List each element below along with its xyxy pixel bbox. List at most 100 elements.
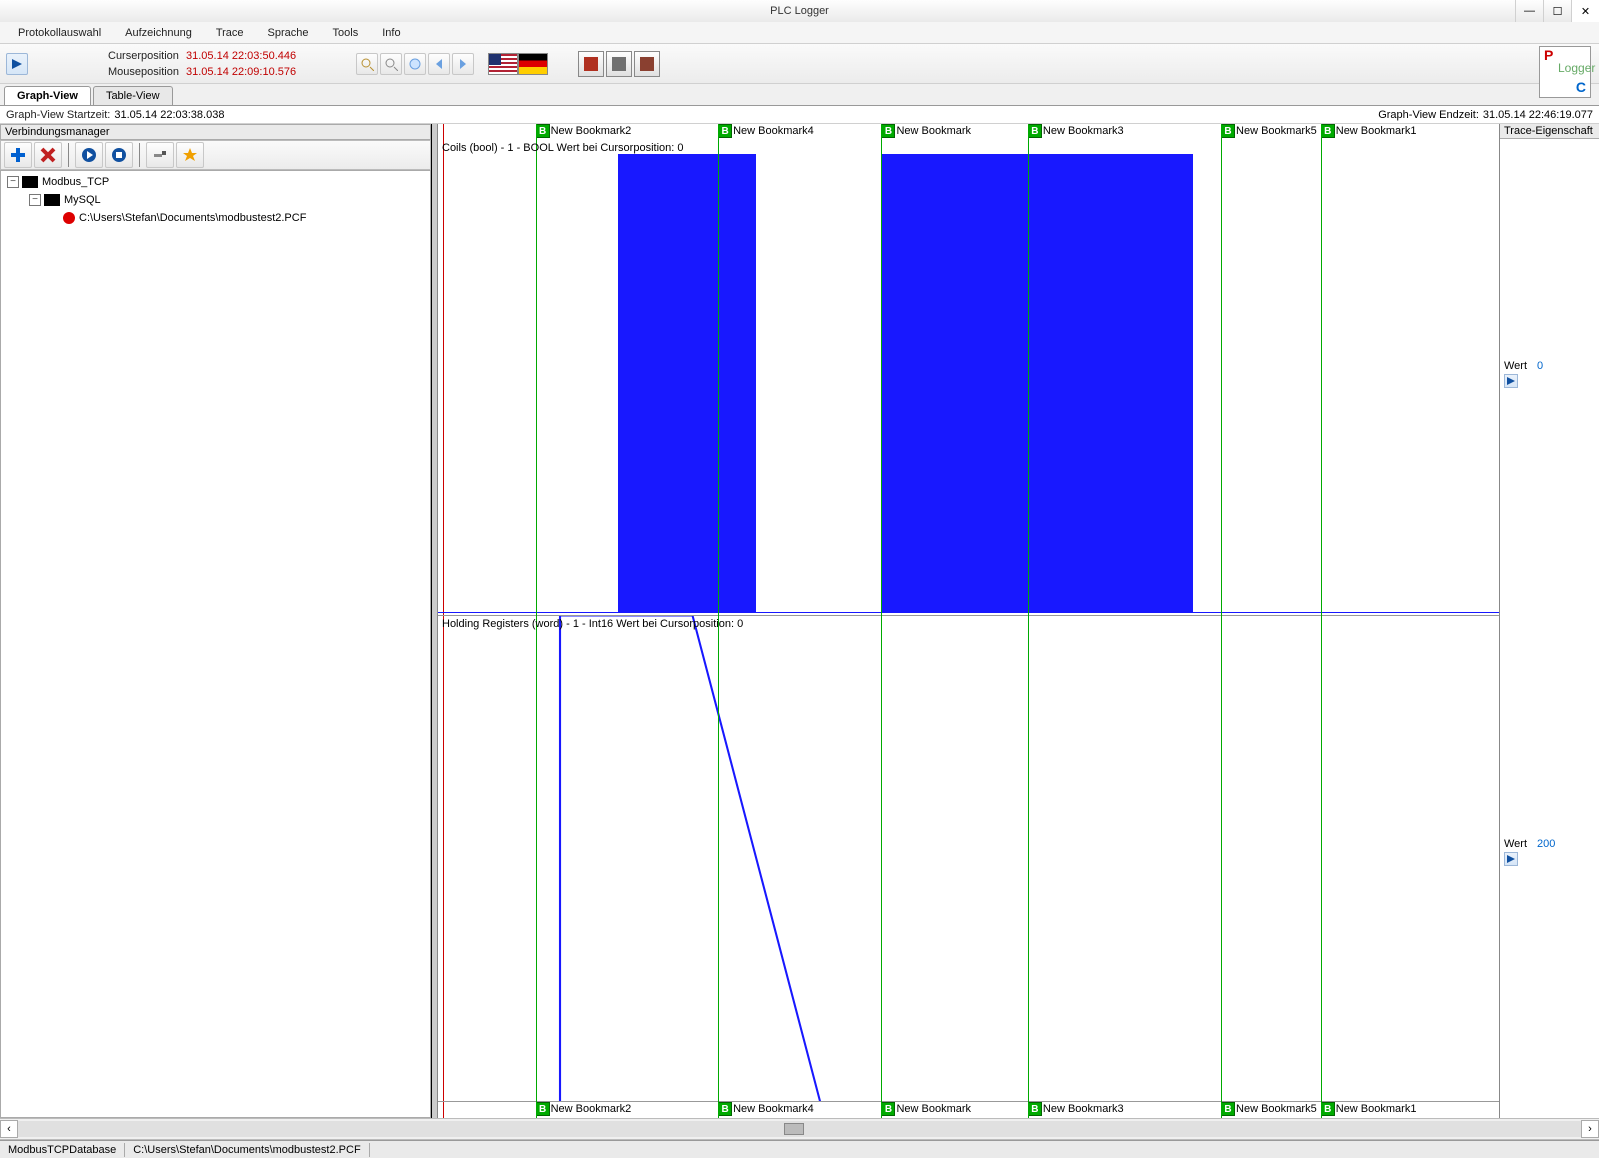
tab-strip: Graph-View Table-View bbox=[0, 84, 1599, 106]
scroll-thumb[interactable] bbox=[784, 1123, 804, 1135]
bool-high-region bbox=[881, 154, 1027, 613]
play-button[interactable] bbox=[6, 53, 28, 75]
logo-c: C bbox=[1576, 79, 1586, 95]
delete-connection-button[interactable] bbox=[34, 142, 62, 168]
end-time-value: 31.05.14 22:46:19.077 bbox=[1483, 109, 1593, 121]
bookmark-marker[interactable]: BNew Bookmark1 bbox=[1321, 124, 1417, 138]
tab-graph-view[interactable]: Graph-View bbox=[4, 86, 91, 105]
window-title: PLC Logger bbox=[770, 5, 829, 17]
maximize-button[interactable]: ☐ bbox=[1543, 0, 1571, 22]
plot-coils-title: Coils (bool) - 1 - BOOL Wert bei Cursorp… bbox=[442, 142, 683, 154]
bookmark-label: New Bookmark3 bbox=[1043, 1103, 1124, 1115]
bookmark-icon: B bbox=[718, 124, 732, 138]
bookmark-line bbox=[1321, 124, 1322, 1118]
stop-button[interactable] bbox=[105, 142, 133, 168]
menu-sprache[interactable]: Sprache bbox=[256, 24, 321, 42]
plot2-value-row: Wert 200 bbox=[1500, 837, 1599, 851]
scroll-track[interactable] bbox=[18, 1121, 1581, 1137]
stop-circle-icon bbox=[111, 147, 127, 163]
bool-high-region bbox=[1028, 154, 1194, 613]
tree-child-label[interactable]: MySQL bbox=[64, 194, 101, 206]
zoom-fit-button[interactable] bbox=[404, 53, 426, 75]
bookmark-strip-bottom: BNew Bookmark2BNew Bookmark4BNew Bookmar… bbox=[438, 1102, 1499, 1118]
dark-square-icon bbox=[640, 57, 654, 71]
plot2-play-button[interactable] bbox=[1504, 852, 1518, 866]
connection-icon bbox=[22, 176, 38, 188]
menu-info[interactable]: Info bbox=[370, 24, 412, 42]
play-circle-icon bbox=[81, 147, 97, 163]
database-icon bbox=[44, 194, 60, 206]
bookmark-marker[interactable]: BNew Bookmark3 bbox=[1028, 1102, 1124, 1116]
star-icon bbox=[182, 147, 198, 163]
tree-root-label[interactable]: Modbus_TCP bbox=[42, 176, 109, 188]
language-flags bbox=[488, 53, 548, 75]
flag-de-icon[interactable] bbox=[518, 53, 548, 75]
status-filepath: C:\Users\Stefan\Documents\modbustest2.PC… bbox=[125, 1143, 369, 1157]
tree-file-label[interactable]: C:\Users\Stefan\Documents\modbustest2.PC… bbox=[79, 212, 306, 224]
plot-coils[interactable]: Coils (bool) - 1 - BOOL Wert bei Cursorp… bbox=[438, 140, 1499, 616]
record-red-button[interactable] bbox=[578, 51, 604, 77]
plot1-play-button[interactable] bbox=[1504, 374, 1518, 388]
bookmark-icon: B bbox=[1321, 1102, 1335, 1116]
bookmark-marker[interactable]: BNew Bookmark2 bbox=[536, 124, 632, 138]
red-square-icon bbox=[584, 57, 598, 71]
minimize-button[interactable]: — bbox=[1515, 0, 1543, 22]
bookmark-line bbox=[1028, 124, 1029, 1118]
bookmark-marker[interactable]: BNew Bookmark2 bbox=[536, 1102, 632, 1116]
main-content: Verbindungsmanager − Modbus_TCP − MySQL bbox=[0, 124, 1599, 1118]
menu-protokollauswahl[interactable]: Protokollauswahl bbox=[6, 24, 113, 42]
bookmark-icon: B bbox=[881, 1102, 895, 1116]
tree-expander[interactable]: − bbox=[29, 194, 41, 206]
close-button[interactable]: ✕ bbox=[1571, 0, 1599, 22]
flag-us-icon[interactable] bbox=[488, 53, 518, 75]
start-button[interactable] bbox=[75, 142, 103, 168]
left-pane: Verbindungsmanager − Modbus_TCP − MySQL bbox=[0, 124, 432, 1118]
bookmark-marker[interactable]: BNew Bookmark4 bbox=[718, 124, 814, 138]
status-database: ModbusTCPDatabase bbox=[0, 1143, 125, 1157]
bookmark-line bbox=[881, 124, 882, 1118]
bookmark-marker[interactable]: BNew Bookmark1 bbox=[1321, 1102, 1417, 1116]
position-block: Curserposition 31.05.14 22:03:50.446 Mou… bbox=[108, 48, 296, 80]
connection-tree[interactable]: − Modbus_TCP − MySQL C:\Users\Stefan\Doc… bbox=[0, 170, 431, 1118]
bookmark-label: New Bookmark3 bbox=[1043, 125, 1124, 137]
circle-icon bbox=[408, 57, 422, 71]
scroll-left-button[interactable]: ‹ bbox=[0, 1120, 18, 1138]
menu-aufzeichnung[interactable]: Aufzeichnung bbox=[113, 24, 204, 42]
bookmark-strip-top: BNew Bookmark2BNew Bookmark4BNew Bookmar… bbox=[438, 124, 1499, 140]
play-icon bbox=[1507, 377, 1515, 385]
plots-area[interactable]: BNew Bookmark2BNew Bookmark4BNew Bookmar… bbox=[438, 124, 1499, 1118]
bookmark-marker[interactable]: BNew Bookmark5 bbox=[1221, 124, 1317, 138]
time-strip: Graph-View Startzeit: 31.05.14 22:03:38.… bbox=[0, 106, 1599, 124]
tool-star-button[interactable] bbox=[176, 142, 204, 168]
plot-holding-registers[interactable]: Holding Registers (word) - 1 - Int16 Wer… bbox=[438, 616, 1499, 1102]
nav-next-button[interactable] bbox=[452, 53, 474, 75]
bookmark-marker[interactable]: BNew Bookmark bbox=[881, 124, 971, 138]
mouse-position-label: Mouseposition bbox=[108, 66, 186, 78]
file-icon bbox=[63, 212, 75, 224]
nav-prev-button[interactable] bbox=[428, 53, 450, 75]
tab-table-view[interactable]: Table-View bbox=[93, 86, 173, 105]
bookmark-label: New Bookmark bbox=[896, 125, 971, 137]
zoom-in-button[interactable] bbox=[356, 53, 378, 75]
menu-trace[interactable]: Trace bbox=[204, 24, 256, 42]
bookmark-marker[interactable]: BNew Bookmark3 bbox=[1028, 124, 1124, 138]
plot1-value-row: Wert 0 bbox=[1500, 359, 1599, 373]
toolbar: Curserposition 31.05.14 22:03:50.446 Mou… bbox=[0, 44, 1599, 84]
logo-l: Logger bbox=[1558, 61, 1595, 75]
record-dark-button[interactable] bbox=[634, 51, 660, 77]
bookmark-marker[interactable]: BNew Bookmark5 bbox=[1221, 1102, 1317, 1116]
record-grey-button[interactable] bbox=[606, 51, 632, 77]
hammer-icon bbox=[152, 147, 168, 163]
bookmark-marker[interactable]: BNew Bookmark bbox=[881, 1102, 971, 1116]
tool-hammer-button[interactable] bbox=[146, 142, 174, 168]
zoom-out-button[interactable] bbox=[380, 53, 402, 75]
menu-tools[interactable]: Tools bbox=[321, 24, 371, 42]
bookmark-marker[interactable]: BNew Bookmark4 bbox=[718, 1102, 814, 1116]
tree-expander[interactable]: − bbox=[7, 176, 19, 188]
bookmark-label: New Bookmark5 bbox=[1236, 125, 1317, 137]
scroll-right-button[interactable]: › bbox=[1581, 1120, 1599, 1138]
add-connection-button[interactable] bbox=[4, 142, 32, 168]
value-label: Wert bbox=[1504, 838, 1527, 850]
bookmark-label: New Bookmark1 bbox=[1336, 125, 1417, 137]
horizontal-scrollbar[interactable]: ‹ › bbox=[0, 1118, 1599, 1140]
